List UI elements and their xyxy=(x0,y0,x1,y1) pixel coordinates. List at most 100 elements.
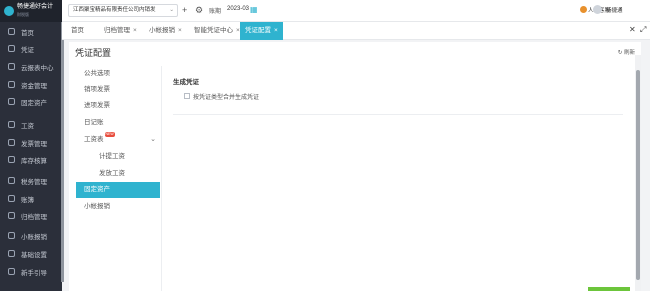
config-nav-label: 发放工资 xyxy=(99,170,125,177)
main-panel: 凭证配置 ↻ 刷新 公共选项 销项发票 进项发票 日记账 工资表NEW ⌄ 计提工… xyxy=(69,42,641,291)
config-nav-label: 固定资产 xyxy=(84,186,110,193)
user-name[interactable]: 畅捷通 xyxy=(606,6,623,14)
config-nav-item[interactable]: 进项发票 xyxy=(76,98,160,114)
avatar[interactable] xyxy=(593,5,602,14)
nav-fixed-assets[interactable]: 固定资产 xyxy=(0,93,62,110)
nav-label: 云报表中心 xyxy=(21,64,54,72)
reimburse-icon xyxy=(8,232,15,239)
config-nav-label: 销项发票 xyxy=(84,86,110,93)
tab-label: 凭证配置 xyxy=(245,27,271,34)
close-icon[interactable]: × xyxy=(133,27,137,34)
archive-icon xyxy=(8,212,15,219)
add-icon[interactable]: + xyxy=(182,5,187,16)
chevron-down-icon[interactable]: ⌄ xyxy=(150,132,156,148)
config-nav-item[interactable]: 公共选项 xyxy=(76,66,160,82)
tab-reimburse[interactable]: 小帐报销 × xyxy=(144,22,187,40)
nav-voucher[interactable]: 凭证 xyxy=(0,40,62,57)
config-nav-item[interactable]: 固定资产 xyxy=(76,182,160,198)
calendar-icon[interactable]: ▦ xyxy=(250,5,258,14)
merge-checkbox-label[interactable]: 按凭证类型合并生成凭证 xyxy=(193,92,259,101)
nav-ledger[interactable]: 账簿 xyxy=(0,190,62,207)
nav-settings[interactable]: 基础设置 xyxy=(0,245,62,262)
nav-funds[interactable]: 资金管理 xyxy=(0,76,62,93)
nav-label: 凭证 xyxy=(21,46,34,54)
company-name: 江西聚宝精品有限责任公司内销发 xyxy=(73,7,156,13)
nav-label: 固定资产 xyxy=(21,99,47,107)
nav-tax[interactable]: 税务管理 xyxy=(0,172,62,189)
chevron-down-icon: ⌄ xyxy=(169,7,174,13)
period-value[interactable]: 2023-03 xyxy=(227,6,249,12)
period-label: 账期 xyxy=(209,9,222,15)
divider xyxy=(173,114,623,115)
sidebar-scrollbar[interactable] xyxy=(61,22,64,282)
config-nav-label: 小帐报销 xyxy=(84,203,110,210)
nav-label: 新手引导 xyxy=(21,269,47,277)
tab-bar: 首页 归档管理 × 小帐报销 × 智能凭证中心 × 凭证配置 × ✕ ⤢ xyxy=(62,22,650,40)
config-nav-item[interactable]: 销项发票 xyxy=(76,82,160,98)
logo-icon xyxy=(4,6,14,16)
tab-label: 首页 xyxy=(71,27,84,34)
tab-label: 智能凭证中心 xyxy=(194,27,233,34)
tax-icon xyxy=(8,177,15,184)
assets-icon xyxy=(8,98,15,105)
config-nav-item[interactable]: 小帐报销 xyxy=(76,199,160,215)
nav-label: 税务管理 xyxy=(21,178,47,186)
logo[interactable]: 畅捷通好会计 财税版 xyxy=(0,0,62,22)
inventory-icon xyxy=(8,156,15,163)
bottom-action-button[interactable] xyxy=(588,287,630,291)
nav-inventory[interactable]: 库存核算 xyxy=(0,151,62,168)
settings-icon xyxy=(8,250,15,257)
close-icon[interactable]: × xyxy=(274,27,278,34)
logo-text: 畅捷通好会计 xyxy=(17,4,54,10)
new-badge: NEW xyxy=(104,132,115,137)
config-nav-label: 计提工资 xyxy=(99,153,125,160)
nav-label: 资金管理 xyxy=(21,82,47,90)
page-title: 凭证配置 xyxy=(75,48,112,58)
tab-voucher-config[interactable]: 凭证配置 × xyxy=(240,22,283,40)
home-icon xyxy=(8,28,15,35)
tab-label: 归档管理 xyxy=(104,27,130,34)
nav-reimburse[interactable]: 小账报销 xyxy=(0,227,62,244)
nav-label: 首页 xyxy=(21,29,34,37)
config-nav-item[interactable]: 工资表NEW ⌄ xyxy=(76,132,160,148)
nav-invoice[interactable]: 发票管理 xyxy=(0,134,62,151)
expand-icon[interactable]: ⤢ xyxy=(640,25,646,35)
config-nav-label: 公共选项 xyxy=(84,70,110,77)
funds-icon xyxy=(8,81,15,88)
nav-label: 发票管理 xyxy=(21,140,47,148)
ledger-icon xyxy=(8,195,15,202)
config-nav-label: 进项发票 xyxy=(84,102,110,109)
tab-archive[interactable]: 归档管理 × xyxy=(99,22,142,40)
tab-label: 小帐报销 xyxy=(149,27,175,34)
nav-label: 归档管理 xyxy=(21,213,47,221)
top-bar: 江西聚宝精品有限责任公司内销发⌄ + ⚙ 账期 2023-03 ▦ 人工客服 畅… xyxy=(62,0,650,22)
nav-home[interactable]: 首页 xyxy=(0,23,62,40)
tab-home[interactable]: 首页 xyxy=(66,22,89,40)
refresh-button[interactable]: ↻ 刷新 xyxy=(618,48,635,56)
merge-checkbox[interactable] xyxy=(184,93,190,99)
config-nav-subitem[interactable]: 发放工资 xyxy=(76,166,160,182)
nav-report[interactable]: 云报表中心 xyxy=(0,58,62,75)
config-nav: 公共选项 销项发票 进项发票 日记账 工资表NEW ⌄ 计提工资 发放工资 固定资… xyxy=(76,66,160,291)
payroll-icon xyxy=(8,121,15,128)
sidebar: 畅捷通好会计 财税版 首页 凭证 云报表中心 资金管理 固定资产 工资 发票管理 … xyxy=(0,0,62,291)
nav-label: 账簿 xyxy=(21,196,34,204)
nav-archive[interactable]: 归档管理 xyxy=(0,207,62,224)
refresh-label: 刷新 xyxy=(623,50,635,56)
config-nav-item[interactable]: 日记账 xyxy=(76,115,160,131)
close-all-icon[interactable]: ✕ xyxy=(629,25,636,34)
config-nav-subitem[interactable]: 计提工资 xyxy=(76,149,160,165)
close-icon[interactable]: × xyxy=(178,27,182,34)
gear-icon[interactable]: ⚙ xyxy=(195,5,203,16)
config-nav-label: 日记账 xyxy=(84,119,104,126)
divider xyxy=(161,66,162,291)
logo-sub: 财税版 xyxy=(17,12,29,17)
invoice-icon xyxy=(8,139,15,146)
company-select[interactable]: 江西聚宝精品有限责任公司内销发 ⌄ xyxy=(68,4,178,17)
nav-guide[interactable]: 新手引导 xyxy=(0,263,62,280)
nav-payroll[interactable]: 工资 xyxy=(0,116,62,133)
headset-icon xyxy=(580,6,587,13)
scrollbar-thumb[interactable] xyxy=(636,70,640,280)
guide-icon xyxy=(8,268,15,275)
tab-smart-voucher[interactable]: 智能凭证中心 × xyxy=(189,22,245,40)
